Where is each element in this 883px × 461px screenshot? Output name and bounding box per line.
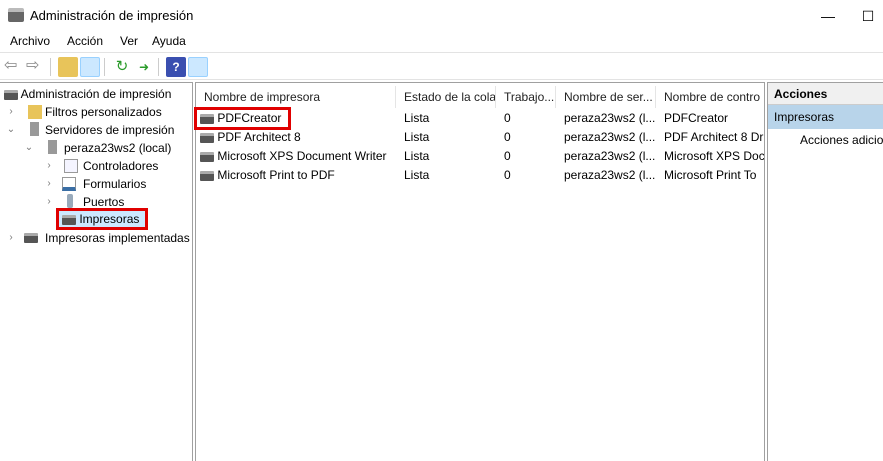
navigation-tree: Administración de impresión › Filtros per… xyxy=(0,82,193,461)
up-folder-icon[interactable] xyxy=(58,57,78,77)
export-list-icon[interactable]: ➜ xyxy=(134,57,154,77)
refresh-icon[interactable]: ↻ xyxy=(112,57,132,77)
print-management-icon xyxy=(4,89,18,100)
cell-status: Lista xyxy=(404,149,430,163)
actions-section-printers[interactable]: Impresoras xyxy=(768,105,883,129)
title-bar: Administración de impresión — ☐ xyxy=(0,0,883,32)
tree-label: Impresoras xyxy=(79,212,140,226)
actions-header: Acciones xyxy=(768,83,883,105)
toolbar: ⇦ ⇨ ↻ ➜ ? xyxy=(0,52,883,80)
cell-driver: PDFCreator xyxy=(664,111,729,125)
cell-driver: Microsoft Print To xyxy=(664,168,757,182)
cell-jobs: 0 xyxy=(504,111,511,125)
menu-accion[interactable]: Acción xyxy=(67,34,103,48)
printer-icon xyxy=(200,151,214,162)
maximize-button[interactable]: ☐ xyxy=(858,6,878,26)
cell-driver: Microsoft XPS Doc xyxy=(664,149,764,163)
show-hide-action-pane-icon[interactable] xyxy=(188,57,208,77)
table-row[interactable]: PDF Architect 8 Lista 0 peraza23ws2 (l... PD… xyxy=(196,128,764,147)
printer-icon xyxy=(62,214,76,225)
printer-name: PDFCreator xyxy=(217,111,282,125)
chevron-right-icon[interactable]: › xyxy=(6,103,16,121)
cell-jobs: 0 xyxy=(504,149,511,163)
show-hide-tree-icon[interactable] xyxy=(80,57,100,77)
folder-filter-icon xyxy=(28,105,42,119)
cell-name: PDF Architect 8 xyxy=(200,128,396,147)
cell-name: PDFCreator xyxy=(193,107,292,130)
tree-label: Filtros personalizados xyxy=(45,105,162,119)
cell-server: peraza23ws2 (l... xyxy=(564,111,656,125)
server-icon xyxy=(30,122,39,136)
help-icon[interactable]: ? xyxy=(166,57,186,77)
cell-status: Lista xyxy=(404,130,430,144)
column-header-server[interactable]: Nombre de ser... xyxy=(556,86,656,108)
table-row[interactable]: Microsoft XPS Document Writer Lista 0 peraz… xyxy=(196,147,764,166)
tree-label: peraza23ws2 (local) xyxy=(64,141,172,155)
cell-driver: PDF Architect 8 Dri xyxy=(664,130,764,144)
chevron-right-icon[interactable]: › xyxy=(6,229,16,247)
tree-item-root[interactable]: Administración de impresión xyxy=(4,85,171,103)
printers-list: Nombre de impresora Estado de la cola Tr… xyxy=(193,82,766,461)
chevron-right-icon[interactable]: › xyxy=(44,175,54,193)
cell-jobs: 0 xyxy=(504,130,511,144)
back-icon[interactable]: ⇦ xyxy=(4,57,24,77)
printer-name: Microsoft XPS Document Writer xyxy=(217,149,387,163)
tree-label: Administración de impresión xyxy=(20,87,172,101)
printer-icon xyxy=(200,170,214,181)
print-management-icon xyxy=(8,8,24,22)
tree-label: Formularios xyxy=(83,177,147,191)
port-icon xyxy=(67,194,73,208)
actions-pane: Acciones Impresoras Acciones adicionales xyxy=(767,82,883,461)
cell-server: peraza23ws2 (l... xyxy=(564,168,656,182)
tree-item-printers[interactable]: Impresoras xyxy=(56,208,148,230)
driver-icon xyxy=(64,159,78,173)
menu-ver[interactable]: Ver xyxy=(120,34,138,48)
menu-ayuda[interactable]: Ayuda xyxy=(152,34,186,48)
forward-icon[interactable]: ⇨ xyxy=(26,57,46,77)
more-actions-link[interactable]: Acciones adicionales xyxy=(768,129,883,151)
cell-name: Microsoft Print to PDF xyxy=(200,166,396,185)
chevron-down-icon[interactable]: ⌄ xyxy=(6,121,16,139)
column-header-name[interactable]: Nombre de impresora xyxy=(196,86,396,108)
minimize-button[interactable]: — xyxy=(818,6,838,26)
forms-icon xyxy=(62,177,76,191)
menu-archivo[interactable]: Archivo xyxy=(10,34,50,48)
printer-icon xyxy=(200,132,214,143)
tree-label: Puertos xyxy=(83,195,125,209)
printer-name: Microsoft Print to PDF xyxy=(217,168,335,182)
printer-icon xyxy=(24,233,38,243)
printer-name: PDF Architect 8 xyxy=(217,130,301,144)
table-row[interactable]: Microsoft Print to PDF Lista 0 peraza23ws2 … xyxy=(196,166,764,185)
chevron-right-icon[interactable]: › xyxy=(44,157,54,175)
menu-bar: Archivo Acción Ver Ayuda xyxy=(0,32,883,52)
cell-name: Microsoft XPS Document Writer xyxy=(200,147,396,166)
cell-server: peraza23ws2 (l... xyxy=(564,149,656,163)
cell-status: Lista xyxy=(404,168,430,182)
column-header-queue-status[interactable]: Estado de la cola xyxy=(396,86,496,108)
table-row[interactable]: PDFCreator Lista 0 peraza23ws2 (l... PDFCrea… xyxy=(193,107,764,130)
cell-jobs: 0 xyxy=(504,168,511,182)
chevron-right-icon[interactable]: › xyxy=(44,193,54,211)
tree-label: Servidores de impresión xyxy=(45,123,175,137)
column-header-jobs[interactable]: Trabajo... xyxy=(496,86,556,108)
window-title: Administración de impresión xyxy=(30,8,194,23)
tree-label: Impresoras implementadas xyxy=(45,231,190,245)
server-icon xyxy=(48,140,57,154)
cell-server: peraza23ws2 (l... xyxy=(564,130,656,144)
tree-label: Controladores xyxy=(83,159,159,173)
cell-status: Lista xyxy=(404,111,430,125)
printer-icon xyxy=(200,113,214,124)
column-header-driver[interactable]: Nombre de contro xyxy=(656,86,766,108)
chevron-down-icon[interactable]: ⌄ xyxy=(24,139,34,157)
